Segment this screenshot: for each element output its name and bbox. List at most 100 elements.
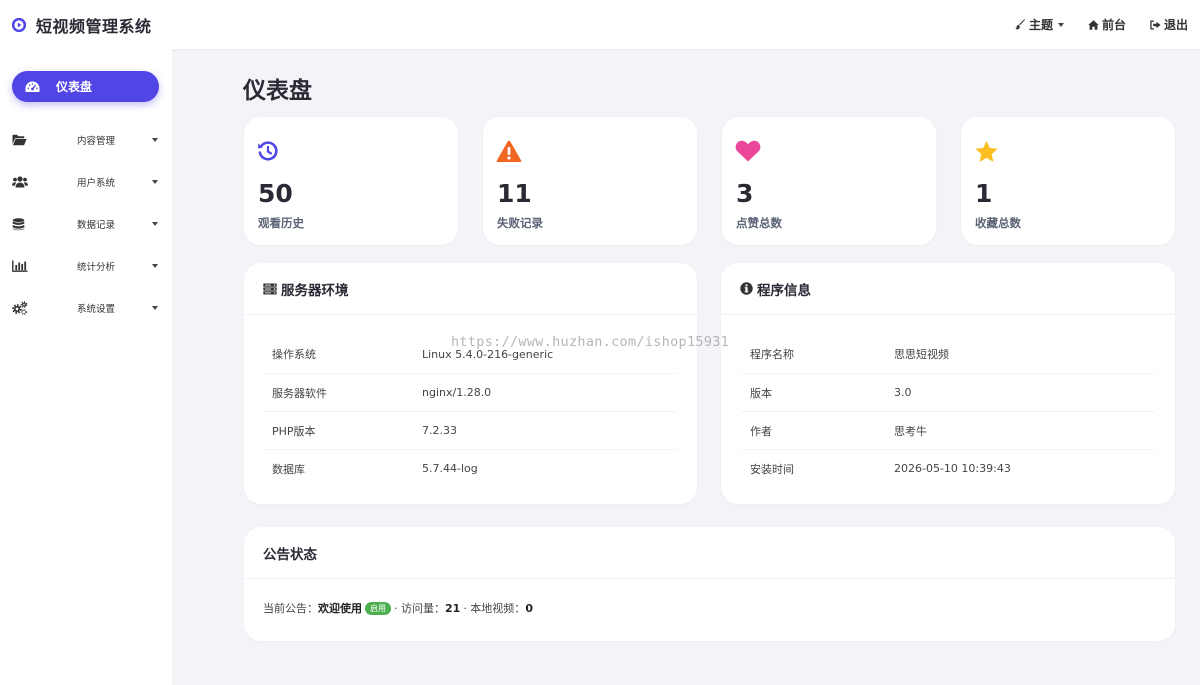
row-value: 思考牛 — [894, 424, 927, 438]
sidebar-item-dashboard[interactable]: 仪表盘 — [12, 71, 159, 102]
stat-card-favorites[interactable]: 1 收藏总数 — [961, 117, 1175, 245]
table-row: 版本 3.0 — [741, 373, 1155, 411]
play-circle-icon — [12, 17, 26, 32]
notice-panel: 公告状态 当前公告： 欢迎使用 启用 · 访问量： 21 · 本地视频： 0 — [244, 527, 1175, 641]
row-key: 版本 — [750, 386, 772, 400]
table-row: PHP版本 7.2.33 — [264, 411, 677, 449]
row-value: 思思短视频 — [894, 348, 949, 361]
notice-current-value: 欢迎使用 — [318, 602, 362, 615]
bar-chart-icon — [12, 260, 28, 272]
theme-menu-button[interactable]: 主题 — [1015, 16, 1064, 33]
stat-label: 观看历史 — [258, 216, 304, 230]
database-icon — [12, 217, 25, 231]
chevron-down-icon — [152, 222, 158, 226]
notice-visits-value: 21 — [445, 601, 461, 615]
row-key: 作者 — [750, 424, 772, 438]
brand[interactable]: 短视频管理系统 — [0, 13, 152, 37]
stat-label: 点赞总数 — [736, 216, 782, 230]
home-icon — [1088, 19, 1099, 30]
table-row: 程序名称 思思短视频 — [741, 335, 1155, 373]
notice-local-value: 0 — [525, 601, 533, 615]
notice-visits-label: · 访问量： — [394, 602, 445, 615]
table-row: 作者 思考牛 — [741, 411, 1155, 449]
theme-label: 主题 — [1028, 18, 1053, 32]
sidebar-item-label: 数据记录 — [77, 220, 116, 231]
row-key: 操作系统 — [272, 348, 316, 361]
logout-button[interactable]: 退出 — [1150, 16, 1188, 33]
dashboard-icon — [25, 81, 40, 93]
frontend-label: 前台 — [1101, 18, 1126, 32]
logout-icon — [1150, 20, 1161, 30]
page-title: 仪表盘 — [243, 78, 312, 104]
top-bar: 短视频管理系统 主题 前台 退出 — [0, 0, 1200, 49]
frontend-link[interactable]: 前台 — [1088, 16, 1126, 33]
stat-value: 3 — [736, 179, 754, 208]
panel-header: 服务器环境 — [244, 263, 697, 315]
stat-card-failures[interactable]: 11 失败记录 — [483, 117, 697, 245]
users-icon — [12, 176, 28, 188]
sidebar-item-label: 用户系统 — [77, 178, 116, 189]
history-icon — [257, 140, 279, 166]
table-row: 数据库 5.7.44-log — [264, 449, 677, 487]
sidebar-item-label: 系统设置 — [77, 304, 116, 315]
watermark-text: https://www.huzhan.com/ishop15931 — [451, 334, 730, 350]
server-env-panel: 服务器环境 操作系统 Linux 5.4.0-216-generic 服务器软件… — [244, 263, 697, 504]
folder-open-icon — [12, 134, 27, 146]
star-icon — [974, 140, 999, 168]
program-info-table: 程序名称 思思短视频 版本 3.0 作者 思考牛 安装时间 2026-05-10… — [741, 335, 1155, 487]
panel-title: 服务器环境 — [281, 282, 349, 299]
row-value: 5.7.44-log — [422, 462, 478, 475]
sidebar-item-settings[interactable]: 系统设置 — [0, 294, 172, 322]
table-row: 安装时间 2026-05-10 10:39:43 — [741, 449, 1155, 487]
info-circle-icon — [740, 282, 753, 295]
row-key: 安装时间 — [750, 462, 794, 476]
stat-label: 收藏总数 — [975, 216, 1021, 230]
row-key: PHP版本 — [272, 424, 316, 438]
status-badge: 启用 — [365, 601, 391, 615]
row-key: 服务器软件 — [272, 386, 327, 400]
chevron-down-icon — [152, 264, 158, 268]
notice-current-label: 当前公告： — [263, 602, 318, 615]
row-value: 7.2.33 — [422, 424, 457, 437]
panel-title: 公告状态 — [263, 546, 317, 563]
sidebar-item-label: 内容管理 — [77, 136, 116, 147]
table-row: 服务器软件 nginx/1.28.0 — [264, 373, 677, 411]
sidebar-item-users[interactable]: 用户系统 — [0, 168, 172, 196]
row-value: 3.0 — [894, 386, 912, 399]
stat-value: 1 — [975, 179, 993, 208]
panel-header: 公告状态 — [244, 527, 1175, 579]
row-value: 2026-05-10 10:39:43 — [894, 462, 1011, 475]
stat-card-likes[interactable]: 3 点赞总数 — [722, 117, 936, 245]
notice-local-label: · 本地视频： — [463, 602, 526, 615]
brush-icon — [1015, 19, 1026, 30]
chevron-down-icon — [152, 306, 158, 310]
chevron-down-icon — [152, 180, 158, 184]
app-title: 短视频管理系统 — [36, 16, 152, 36]
sidebar-item-stats[interactable]: 统计分析 — [0, 252, 172, 280]
sidebar-item-label: 统计分析 — [77, 262, 116, 273]
row-key: 数据库 — [272, 462, 305, 476]
chevron-down-icon — [1057, 22, 1064, 27]
chevron-down-icon — [152, 138, 158, 142]
server-info-table: 操作系统 Linux 5.4.0-216-generic 服务器软件 nginx… — [264, 335, 677, 487]
stat-card-history[interactable]: 50 观看历史 — [244, 117, 458, 245]
sidebar: 仪表盘 内容管理 用户系统 数据记录 统计分析 系统设置 — [0, 49, 172, 685]
stat-label: 失败记录 — [497, 216, 543, 230]
sidebar-item-content[interactable]: 内容管理 — [0, 126, 172, 154]
panel-title: 程序信息 — [757, 282, 811, 299]
stat-value: 50 — [258, 179, 293, 208]
server-icon — [263, 283, 277, 295]
notice-status-line: 当前公告： 欢迎使用 启用 · 访问量： 21 · 本地视频： 0 — [263, 600, 533, 616]
top-actions: 主题 前台 退出 — [991, 0, 1188, 49]
stat-value: 11 — [497, 179, 532, 208]
warning-icon — [496, 140, 522, 167]
program-info-panel: 程序信息 程序名称 思思短视频 版本 3.0 作者 思考牛 安装时间 2026-… — [721, 263, 1175, 504]
panel-header: 程序信息 — [721, 263, 1175, 315]
heart-icon — [735, 140, 761, 166]
row-value: nginx/1.28.0 — [422, 386, 492, 399]
gears-icon — [12, 301, 28, 315]
sidebar-item-label: 仪表盘 — [56, 80, 93, 94]
logout-label: 退出 — [1163, 18, 1188, 32]
row-key: 程序名称 — [750, 348, 794, 361]
sidebar-item-records[interactable]: 数据记录 — [0, 210, 172, 238]
